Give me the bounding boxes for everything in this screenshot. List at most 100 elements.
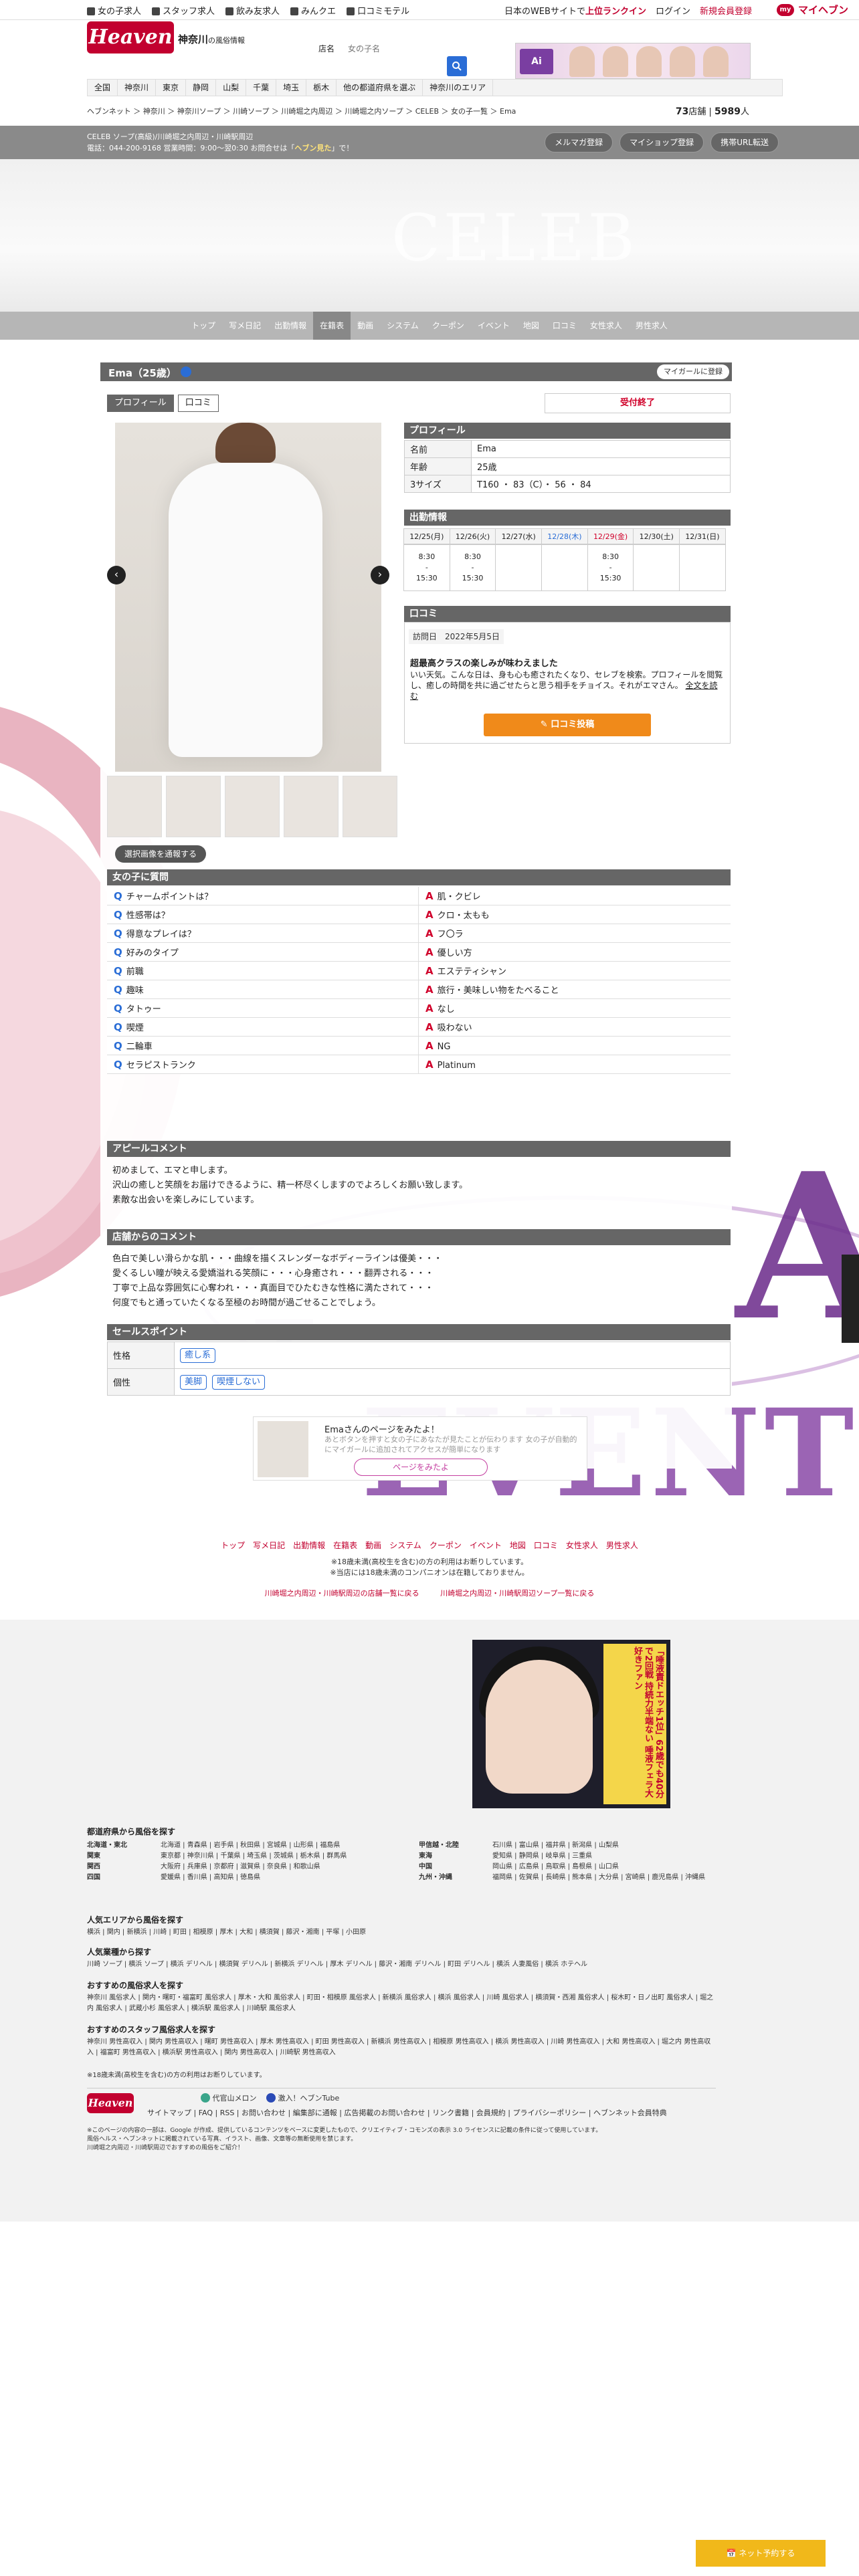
search-input[interactable]	[345, 41, 446, 56]
back-to-shops-link[interactable]: 川崎堀之内周辺・川崎駅周辺の店舗一覧に戻る	[265, 1589, 419, 1598]
next-arrow-icon[interactable]: ›	[371, 566, 389, 584]
pref-links[interactable]: 岡山県 | 広島県 | 鳥取県 | 島根県 | 山口県	[492, 1863, 619, 1870]
shop-nav-item[interactable]: 男性求人	[629, 312, 674, 340]
region-nav-item[interactable]: 他の都道府県を選ぶ	[337, 80, 423, 96]
bottom-nav-item[interactable]: 動画	[365, 1541, 381, 1550]
promo-banner[interactable]: Ai	[515, 43, 751, 79]
floating-sidebar[interactable]	[842, 1255, 859, 1343]
bottom-nav-item[interactable]: クーポン	[430, 1541, 462, 1550]
pref-links[interactable]: 大阪府 | 兵庫県 | 京都府 | 滋賀県 | 奈良県 | 和歌山県	[161, 1863, 320, 1870]
region-nav-item[interactable]: 山梨	[216, 80, 247, 96]
job-links[interactable]: 神奈川 風俗求人 | 関内・曙町・福富町 風俗求人 | 厚木・大和 風俗求人 |…	[87, 1993, 716, 2014]
shop-nav-item[interactable]: 女性求人	[583, 312, 629, 340]
region-nav-item[interactable]: 神奈川のエリア	[423, 80, 494, 96]
region-nav-item[interactable]: 神奈川	[118, 80, 157, 96]
top-link[interactable]: スタッフ求人	[152, 4, 215, 17]
bottom-nav-item[interactable]: 地図	[510, 1541, 526, 1550]
bottom-nav-item[interactable]: 女性求人	[566, 1541, 598, 1550]
ranking-tagline: 日本のWEBサイトで上位ランクイン	[504, 7, 646, 17]
top-link[interactable]: 口コミモテル	[347, 4, 409, 17]
genre-links[interactable]: 川崎 ソープ | 横浜 ソープ | 横浜 デリヘル | 横須賀 デリヘル | 新…	[87, 1959, 716, 1970]
staff-links[interactable]: 神奈川 男性高収入 | 関内 男性高収入 | 曙町 男性高収入 | 厚木 男性高…	[87, 2037, 716, 2058]
prev-arrow-icon[interactable]: ‹	[107, 566, 126, 584]
shop-nav-item[interactable]: 写メ日記	[222, 312, 268, 340]
pref-row: 北海道・東北 北海道 | 青森県 | 岩手県 | 秋田県 | 宮城県 | 山形県 …	[87, 1842, 341, 1849]
pref-list-left: 北海道・東北 北海道 | 青森県 | 岩手県 | 秋田県 | 宮城県 | 山形県 …	[87, 1840, 421, 1883]
bottom-nav-item[interactable]: 在籍表	[333, 1541, 357, 1550]
login-link[interactable]: ログイン	[656, 4, 690, 17]
bottom-nav-item[interactable]: トップ	[221, 1541, 245, 1550]
region-nav-item[interactable]: 静岡	[186, 80, 217, 96]
shop-nav-item[interactable]: 在籍表	[313, 312, 351, 340]
pref-links[interactable]: 愛媛県 | 香川県 | 高知県 | 徳島県	[161, 1874, 260, 1881]
region-nav-item[interactable]: 千葉	[246, 80, 277, 96]
shop-nav-item[interactable]: 口コミ	[546, 312, 583, 340]
pref-links[interactable]: 石川県 | 富山県 | 福井県 | 新潟県 | 山梨県	[492, 1842, 619, 1849]
myshop-button[interactable]: マイショップ登録	[619, 132, 704, 152]
region-nav-item[interactable]: 栃木	[306, 80, 337, 96]
melon-link[interactable]: 代官山メロン	[213, 2094, 257, 2103]
pref-links[interactable]: 福岡県 | 佐賀県 | 長崎県 | 熊本県 | 大分県 | 宮崎県 | 鹿児島県…	[492, 1874, 705, 1881]
heaven-logo[interactable]: Heaven	[87, 21, 174, 53]
region-nav-item[interactable]: 東京	[156, 80, 187, 96]
thumbnail[interactable]	[225, 776, 280, 837]
link-icon	[347, 7, 355, 15]
shop-nav-item[interactable]: 地図	[516, 312, 546, 340]
net-reserve-button[interactable]: 📅 ネット予約する	[696, 2540, 826, 2567]
tube-link[interactable]: 激入！ヘブンTube	[278, 2094, 340, 2103]
page-viewed-button[interactable]: ページをみたよ	[354, 1459, 488, 1476]
bottom-nav-item[interactable]: 写メ日記	[253, 1541, 285, 1550]
thumbnail[interactable]	[284, 776, 339, 837]
mygirl-button[interactable]: マイガールに登録	[657, 364, 729, 379]
trait-tag: 喫煙しない	[212, 1374, 266, 1390]
shop-nav-item[interactable]: イベント	[471, 312, 516, 340]
post-review-button[interactable]: ✎ 口コミ投稿	[484, 714, 651, 736]
shop-nav-item[interactable]: 出勤情報	[268, 312, 313, 340]
pref-links[interactable]: 東京都 | 神奈川県 | 千葉県 | 埼玉県 | 茨城県 | 栃木県 | 群馬県	[161, 1852, 347, 1860]
ad-banner[interactable]: 「唾液責ドエッチ1位」62歳でも40分で2回戦 持続力半端ない 唾液フェラ大好き…	[472, 1640, 670, 1808]
bottom-nav-item[interactable]: システム	[389, 1541, 421, 1550]
shop-nav-item[interactable]: 動画	[351, 312, 380, 340]
shop-nav-item[interactable]: システム	[380, 312, 425, 340]
top-link[interactable]: 飲み友求人	[225, 4, 280, 17]
pref-row: 関東 東京都 | 神奈川県 | 千葉県 | 埼玉県 | 茨城県 | 栃木県 | 群…	[87, 1852, 347, 1860]
thumbnail[interactable]	[107, 776, 162, 837]
decor-letter: A	[736, 1129, 859, 1365]
newsletter-button[interactable]: メルマガ登録	[545, 132, 613, 152]
banner-logo: Ai	[520, 49, 553, 74]
site-counts: 73店舗 | 5989人	[675, 106, 749, 117]
region-nav-item[interactable]: 埼玉	[276, 80, 307, 96]
shop-nav-item[interactable]: トップ	[185, 312, 222, 340]
bottom-nav-item[interactable]: 男性求人	[606, 1541, 638, 1550]
myheaven-button[interactable]: my マイヘブン	[776, 3, 848, 17]
qa-answer: A Platinum	[425, 1059, 476, 1071]
tab-profile[interactable]: プロフィール	[107, 395, 174, 412]
thumbnail[interactable]	[343, 776, 397, 837]
pref-links[interactable]: 北海道 | 青森県 | 岩手県 | 秋田県 | 宮城県 | 山形県 | 福島県	[161, 1842, 340, 1849]
bottom-nav-item[interactable]: 出勤情報	[293, 1541, 325, 1550]
pref-links[interactable]: 愛知県 | 静岡県 | 岐阜県 | 三重県	[492, 1852, 592, 1860]
report-image-button[interactable]: 選択画像を通報する	[115, 845, 207, 863]
qa-question: Q 二輪車	[107, 1037, 419, 1055]
mobile-url-button[interactable]: 携帯URL転送	[710, 132, 779, 152]
thumbnail[interactable]	[166, 776, 221, 837]
bottom-nav-item[interactable]: 口コミ	[534, 1541, 558, 1550]
shop-logo: CELEB	[391, 201, 638, 276]
top-link[interactable]: みんクエ	[290, 4, 336, 17]
qa-heading: 女の子に質問	[107, 869, 731, 885]
back-to-soap-link[interactable]: 川崎堀之内周辺・川崎駅周辺ソープ一覧に戻る	[440, 1589, 594, 1598]
tab-reviews[interactable]: 口コミ	[177, 395, 219, 412]
shop-nav-item[interactable]: クーポン	[425, 312, 471, 340]
search-button[interactable]	[447, 56, 467, 76]
girl-photo[interactable]	[115, 423, 381, 772]
footer-links[interactable]: サイトマップ | FAQ | RSS | お問い合わせ | 編集部に通報 | 広…	[147, 2108, 723, 2119]
pref-row: 九州・沖縄 福岡県 | 佐賀県 | 長崎県 | 熊本県 | 大分県 | 宮崎県 |…	[419, 1874, 706, 1881]
area-links[interactable]: 横浜 | 関内 | 新横浜 | 川崎 | 町田 | 相模原 | 厚木 | 大和 …	[87, 1927, 716, 1938]
back-links: 川崎堀之内周辺・川崎駅周辺の店舗一覧に戻る 川崎堀之内周辺・川崎駅周辺ソープ一覧…	[0, 1588, 859, 1598]
region-nav-item[interactable]: 全国	[88, 80, 118, 96]
register-link[interactable]: 新規会員登録	[700, 4, 752, 17]
sales-key: 性格	[107, 1341, 175, 1369]
footer-logo[interactable]: Heaven	[87, 2093, 134, 2113]
top-link[interactable]: 女の子求人	[87, 4, 141, 17]
bottom-nav-item[interactable]: イベント	[470, 1541, 502, 1550]
